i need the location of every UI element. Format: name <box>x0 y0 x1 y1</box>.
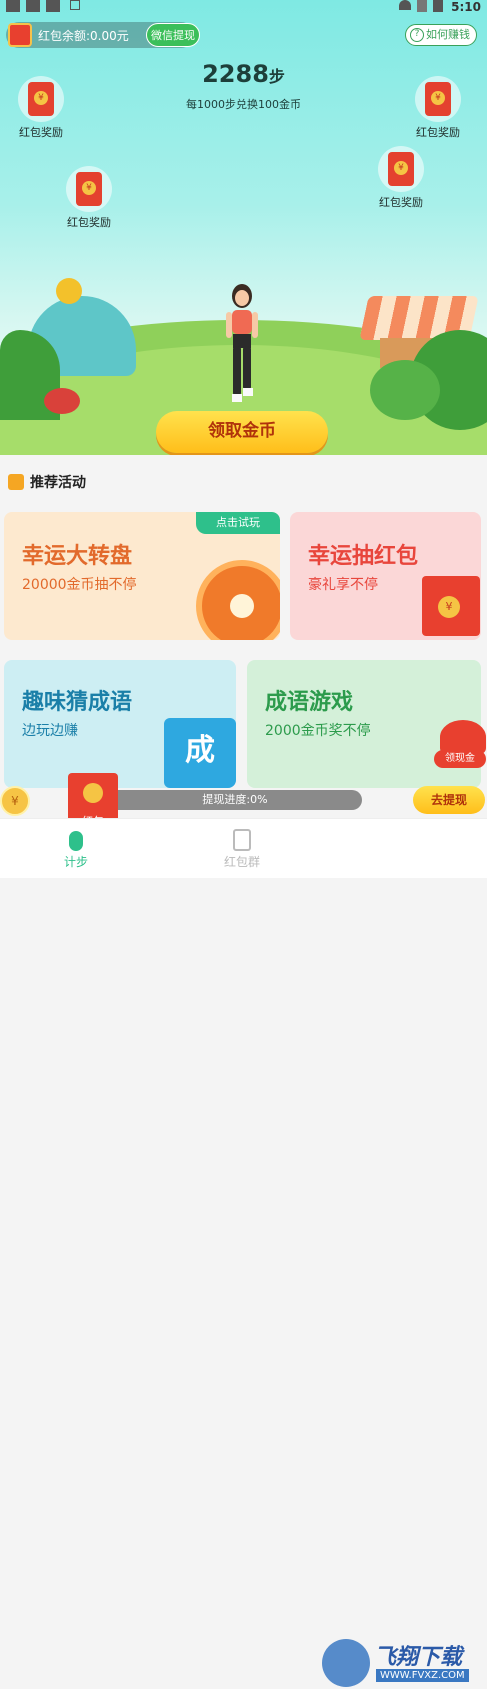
status-bar: 5:10 <box>0 0 487 14</box>
battery-icon <box>433 0 443 12</box>
red-packet-label: 红包奖励 <box>67 216 111 229</box>
clock: 5:10 <box>451 0 481 14</box>
red-packet-icon: ¥ <box>388 152 414 186</box>
red-packet-reward[interactable]: ¥ 红包奖励 <box>6 76 76 140</box>
ladybug <box>44 388 80 414</box>
card-subtitle: 豪礼享不停 <box>308 577 378 593</box>
card-subtitle: 20000金币抽不停 <box>22 577 137 593</box>
coin-icon[interactable]: ¥ <box>0 786 30 816</box>
red-packet-label: 红包奖励 <box>379 196 423 209</box>
bottom-tab-bar: 计步 红包群 飞翔下载 WWW.FVXZ.COM <box>0 818 487 1687</box>
golden-ball <box>56 278 82 304</box>
progress-label: 提现进度:0% <box>202 793 268 806</box>
lucky-red-packet-card[interactable]: 幸运抽红包 豪礼享不停 ¥ <box>290 512 481 640</box>
tab-steps[interactable]: 计步 <box>40 819 112 879</box>
signal-icon <box>417 0 427 12</box>
walking-person-illustration <box>226 284 258 402</box>
wifi-icon <box>399 0 411 10</box>
red-packet-reward[interactable]: ¥ 红包奖励 <box>54 166 124 230</box>
watermark-logo: 飞翔下载 WWW.FVXZ.COM <box>322 1637 482 1689</box>
withdraw-progress-bar: 提现进度:0% <box>108 790 362 810</box>
how-to-earn-button[interactable]: ? 如何赚钱 <box>405 24 477 46</box>
card-title: 成语游戏 <box>265 690 354 715</box>
tab-label: 计步 <box>63 855 88 869</box>
bush <box>370 360 440 420</box>
card-subtitle: 2000金币奖不停 <box>265 723 371 739</box>
tab-red-packet-group[interactable]: 红包群 <box>206 819 278 879</box>
watermark-title: 飞翔下载 <box>374 1645 463 1670</box>
red-packet-reward[interactable]: ¥ 红包奖励 <box>403 76 473 140</box>
notification-icon <box>46 0 60 12</box>
red-packet-icon <box>8 23 32 47</box>
card-title: 幸运大转盘 <box>22 544 133 569</box>
question-icon: ? <box>410 28 424 42</box>
spin-wheel-icon <box>196 560 280 640</box>
lucky-wheel-card[interactable]: 点击试玩 幸运大转盘 20000金币抽不停 <box>4 512 280 640</box>
watermark-url: WWW.FVXZ.COM <box>376 1669 469 1682</box>
footprint-icon <box>69 831 83 851</box>
hero-section: 5:10 红包余额:0.00元 微信提现 ? 如何赚钱 2288步 每1000步… <box>0 0 487 455</box>
red-packet-icon: ¥ <box>425 82 451 116</box>
red-packet-group-icon <box>233 829 251 851</box>
wechat-withdraw-button[interactable]: 微信提现 <box>146 23 200 47</box>
red-packet-icon: ¥ <box>76 172 102 206</box>
claim-coins-button[interactable]: 领取金币 <box>156 411 328 453</box>
try-play-badge[interactable]: 点击试玩 <box>196 512 280 534</box>
balance-bar: 红包余额:0.00元 微信提现 <box>6 22 200 48</box>
step-unit: 步 <box>268 67 285 86</box>
tab-label: 红包群 <box>223 855 260 869</box>
red-packet-reward[interactable]: ¥ 红包奖励 <box>366 146 436 210</box>
notification-icon <box>6 0 20 12</box>
get-cash-label: 领现金 <box>434 750 486 768</box>
card-subtitle: 边玩边赚 <box>22 723 78 739</box>
app-icon <box>70 0 80 10</box>
balance-label: 红包余额:0.00元 <box>38 29 129 43</box>
how-to-earn-label: 如何赚钱 <box>426 28 470 41</box>
red-packet-icon: ¥ <box>422 576 480 636</box>
get-cash-badge[interactable]: 领现金 <box>434 720 486 774</box>
watermark-icon <box>322 1639 370 1687</box>
step-count: 2288 <box>202 60 269 88</box>
coin-icon <box>83 783 103 803</box>
card-title: 幸运抽红包 <box>308 544 419 569</box>
red-packet-icon <box>440 720 486 754</box>
withdraw-button[interactable]: 去提现 <box>413 786 485 814</box>
thumbs-up-icon <box>8 474 24 490</box>
idiom-guess-card[interactable]: 趣味猜成语 边玩边赚 成 <box>4 660 236 788</box>
card-title: 趣味猜成语 <box>22 690 133 715</box>
book-icon: 成 <box>164 718 236 788</box>
red-packet-label: 红包奖励 <box>416 126 460 139</box>
section-title: 推荐活动 <box>8 472 86 494</box>
red-packet-label: 红包奖励 <box>19 126 63 139</box>
section-title-label: 推荐活动 <box>30 475 86 491</box>
red-packet-icon: ¥ <box>28 82 54 116</box>
notification-icon <box>26 0 40 12</box>
